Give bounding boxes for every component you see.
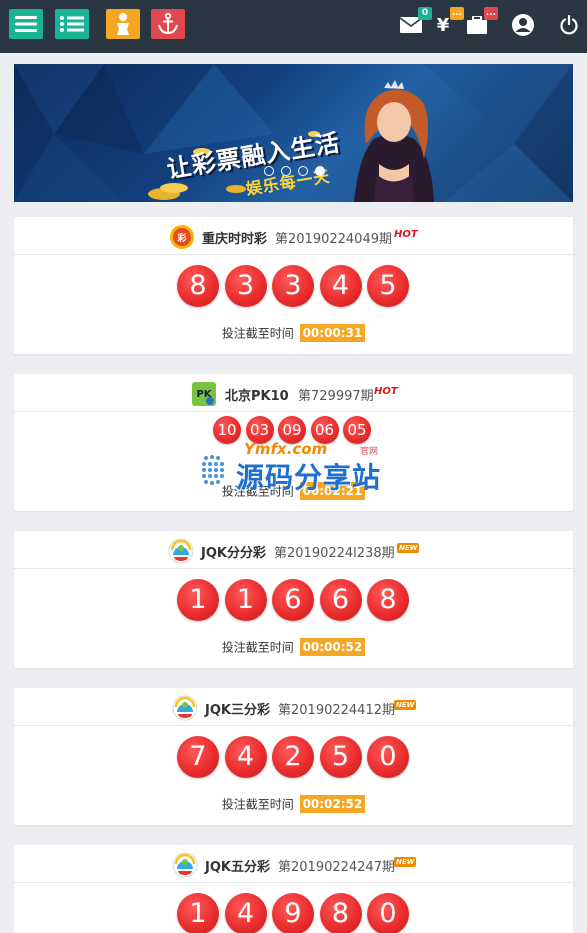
anchor-button[interactable]: [151, 9, 185, 39]
number-ball: 2: [272, 736, 314, 778]
top-navigation-bar: 0 ¥ ... ...: [0, 0, 587, 53]
winning-numbers: 1 1 6 6 8: [177, 579, 415, 621]
lottery-card-jqk-5min[interactable]: JQK五分彩 第20190224247期 NEW 1 4 9 8 0: [14, 845, 573, 933]
card-header: JQK分分彩 第20190224l238期 NEW: [14, 531, 573, 569]
carousel-dot-3[interactable]: [298, 166, 308, 176]
lottery-issue: 第20190224049期: [275, 232, 392, 247]
lottery-issue: 第729997期: [298, 389, 374, 404]
hot-tag: HOT: [394, 229, 418, 240]
promo-banner-carousel[interactable]: 让彩票融入生活 娱乐每一天: [14, 64, 573, 202]
hamburger-icon: [15, 16, 37, 32]
user-avatar-icon: [512, 14, 534, 36]
wallet-button[interactable]: ¥ ...: [428, 7, 464, 40]
number-ball: 6: [272, 579, 314, 621]
number-ball: 8: [177, 265, 219, 307]
cqssc-logo-icon: 彩: [170, 225, 194, 249]
new-tag: NEW: [397, 543, 420, 553]
lottery-name: 重庆时时彩: [202, 232, 268, 247]
new-tag: NEW: [394, 700, 417, 710]
number-ball: 7: [177, 736, 219, 778]
deadline-countdown: 00:02:52: [299, 795, 366, 813]
number-ball: 9: [272, 893, 314, 933]
lottery-issue: 第20190224l238期: [274, 546, 395, 561]
deadline-countdown: 00:00:52: [299, 638, 366, 656]
anchor-icon: [158, 13, 178, 35]
jqk-logo-icon: [168, 538, 194, 564]
number-ball: 4: [224, 736, 267, 778]
number-ball: 8: [319, 893, 362, 933]
deadline-row: 投注截至时间 00:02:52: [14, 795, 573, 813]
orders-badge: ...: [483, 7, 498, 20]
deadline-countdown: 00:00:31: [299, 324, 366, 342]
pk10-logo-icon: PK: [192, 382, 216, 406]
number-ball: 5: [367, 265, 409, 307]
deadline-label: 投注截至时间: [221, 326, 294, 341]
new-tag: NEW: [394, 857, 417, 867]
power-button[interactable]: [554, 10, 584, 40]
lottery-name: JQK三分彩: [205, 703, 270, 718]
jqk-logo-icon: [172, 695, 198, 721]
menu-button[interactable]: [9, 9, 43, 39]
mail-button[interactable]: 0: [396, 7, 432, 40]
watermark-overlay: Ymfx.com 官网 源码分享站: [200, 440, 390, 496]
winning-numbers: 8 3 3 4 5: [177, 265, 415, 307]
card-header: JQK三分彩 第20190224412期 NEW: [14, 688, 573, 726]
number-ball: 4: [319, 265, 362, 307]
lottery-issue: 第20190224247期: [278, 860, 395, 875]
yen-icon: ¥: [436, 14, 450, 36]
number-ball: 3: [224, 265, 267, 307]
number-ball: 6: [319, 579, 362, 621]
carousel-dot-2[interactable]: [281, 166, 291, 176]
winning-numbers: 7 4 2 5 0: [177, 736, 415, 778]
card-header: PK 北京PK10 第729997期 HOT: [14, 374, 573, 412]
number-ball: 8: [367, 579, 409, 621]
card-header: 彩 重庆时时彩 第20190224049期 HOT: [14, 217, 573, 255]
deadline-label: 投注截至时间: [221, 640, 294, 655]
watermark-title: 源码分享站: [236, 461, 382, 494]
card-header: JQK五分彩 第20190224247期 NEW: [14, 845, 573, 883]
lottery-name: JQK五分彩: [205, 860, 270, 875]
lottery-issue: 第20190224412期: [278, 703, 395, 718]
account-button[interactable]: [508, 10, 538, 40]
lottery-name: JQK分分彩: [201, 546, 266, 561]
number-ball: 0: [367, 736, 409, 778]
number-ball: 1: [224, 579, 267, 621]
number-ball: 1: [177, 579, 219, 621]
number-ball: 3: [272, 265, 314, 307]
person-icon: [117, 13, 129, 35]
winning-numbers: 1 4 9 8 0: [177, 893, 415, 933]
lottery-name: 北京PK10: [225, 389, 289, 404]
power-icon: [560, 15, 578, 35]
deadline-row: 投注截至时间 00:00:31: [14, 324, 573, 342]
orders-button[interactable]: ...: [462, 7, 498, 40]
lottery-card-cqssc[interactable]: 彩 重庆时时彩 第20190224049期 HOT 8 3 3 4 5 投注截至…: [14, 217, 573, 354]
lottery-card-jqk-1min[interactable]: JQK分分彩 第20190224l238期 NEW 1 1 6 6 8 投注截至…: [14, 531, 573, 668]
hot-tag: HOT: [374, 386, 398, 397]
number-ball: 4: [224, 893, 267, 933]
svg-text:彩: 彩: [176, 232, 186, 244]
number-ball: 0: [367, 893, 409, 933]
carousel-dot-1[interactable]: [264, 166, 274, 176]
list-button[interactable]: [55, 9, 89, 39]
jqk-logo-icon: [172, 852, 198, 878]
deadline-row: 投注截至时间 00:00:52: [14, 638, 573, 656]
deadline-label: 投注截至时间: [221, 797, 294, 812]
list-icon: [60, 16, 84, 32]
number-ball: 5: [319, 736, 362, 778]
watermark-dots-icon: [202, 455, 224, 485]
number-ball: 1: [177, 893, 219, 933]
carousel-dot-4[interactable]: [315, 166, 325, 176]
carousel-indicators: [264, 166, 325, 176]
person-button[interactable]: [106, 9, 140, 39]
lottery-card-jqk-3min[interactable]: JQK三分彩 第20190224412期 NEW 7 4 2 5 0 投注截至时…: [14, 688, 573, 825]
